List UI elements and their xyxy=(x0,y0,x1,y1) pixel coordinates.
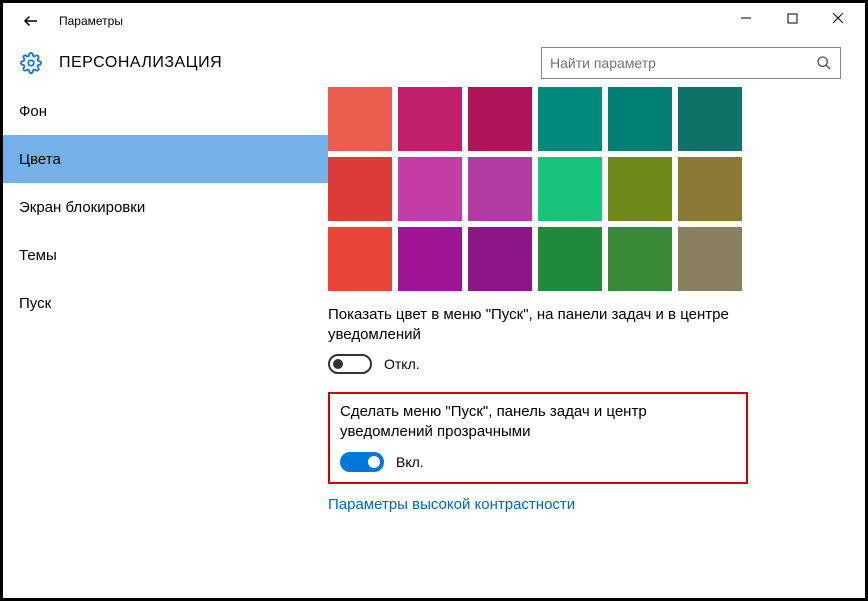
toggle-knob xyxy=(333,359,343,369)
sidebar: Фон Цвета Экран блокировки Темы Пуск xyxy=(3,87,328,601)
color-swatch[interactable] xyxy=(608,227,672,291)
show-color-label: Показать цвет в меню "Пуск", на панели з… xyxy=(328,305,748,346)
header: ПЕРСОНАЛИЗАЦИЯ xyxy=(3,39,865,87)
sidebar-item-label: Цвета xyxy=(19,151,61,168)
minimize-icon xyxy=(740,12,752,24)
color-swatch[interactable] xyxy=(678,227,742,291)
sidebar-item-background[interactable]: Фон xyxy=(3,87,328,135)
window-title: Параметры xyxy=(59,14,123,28)
sidebar-item-lockscreen[interactable]: Экран блокировки xyxy=(3,183,328,231)
sidebar-item-label: Темы xyxy=(19,247,57,264)
sidebar-item-themes[interactable]: Темы xyxy=(3,231,328,279)
search-input[interactable] xyxy=(550,55,810,71)
toggle-knob xyxy=(368,456,380,468)
color-swatch[interactable] xyxy=(468,87,532,151)
settings-window: Параметры ПЕРСОНАЛИЗАЦИЯ Фо xyxy=(0,0,868,601)
color-swatch[interactable] xyxy=(468,157,532,221)
content: Показать цвет в меню "Пуск", на панели з… xyxy=(328,87,865,601)
maximize-button[interactable] xyxy=(769,3,815,33)
color-swatch[interactable] xyxy=(398,157,462,221)
color-swatch[interactable] xyxy=(608,87,672,151)
color-swatch[interactable] xyxy=(538,227,602,291)
minimize-button[interactable] xyxy=(723,3,769,33)
color-swatch[interactable] xyxy=(538,87,602,151)
back-button[interactable] xyxy=(19,9,43,33)
sidebar-item-label: Пуск xyxy=(19,295,51,312)
page-title: ПЕРСОНАЛИЗАЦИЯ xyxy=(59,54,222,72)
transparency-toggle-row: Вкл. xyxy=(340,452,736,472)
color-swatch[interactable] xyxy=(678,157,742,221)
gear-icon xyxy=(19,51,43,75)
transparency-state: Вкл. xyxy=(396,454,424,470)
search-icon xyxy=(816,55,832,71)
close-icon xyxy=(832,12,844,24)
color-swatches xyxy=(328,87,748,291)
maximize-icon xyxy=(787,13,798,24)
sidebar-item-start[interactable]: Пуск xyxy=(3,279,328,327)
color-swatch[interactable] xyxy=(328,157,392,221)
body: Фон Цвета Экран блокировки Темы Пуск xyxy=(3,87,865,601)
caption-buttons xyxy=(723,3,861,33)
transparency-label: Сделать меню "Пуск", панель задач и цент… xyxy=(340,402,736,443)
transparency-toggle[interactable] xyxy=(340,452,384,472)
show-color-toggle-row: Откл. xyxy=(328,354,841,374)
close-button[interactable] xyxy=(815,3,861,33)
color-swatch[interactable] xyxy=(678,87,742,151)
high-contrast-link[interactable]: Параметры высокой контрастности xyxy=(328,496,841,513)
color-swatch[interactable] xyxy=(328,87,392,151)
sidebar-item-label: Фон xyxy=(19,103,47,120)
transparency-highlight: Сделать меню "Пуск", панель задач и цент… xyxy=(328,392,748,485)
color-swatch[interactable] xyxy=(538,157,602,221)
sidebar-item-colors[interactable]: Цвета xyxy=(3,135,328,183)
show-color-toggle[interactable] xyxy=(328,354,372,374)
titlebar: Параметры xyxy=(3,3,865,39)
color-swatch[interactable] xyxy=(328,227,392,291)
back-arrow-icon xyxy=(22,12,40,30)
sidebar-item-label: Экран блокировки xyxy=(19,199,145,216)
color-swatch[interactable] xyxy=(468,227,532,291)
header-left: ПЕРСОНАЛИЗАЦИЯ xyxy=(19,51,222,75)
search-box[interactable] xyxy=(541,47,841,79)
color-swatch[interactable] xyxy=(398,87,462,151)
color-swatch[interactable] xyxy=(398,227,462,291)
show-color-state: Откл. xyxy=(384,356,420,372)
color-swatch[interactable] xyxy=(608,157,672,221)
